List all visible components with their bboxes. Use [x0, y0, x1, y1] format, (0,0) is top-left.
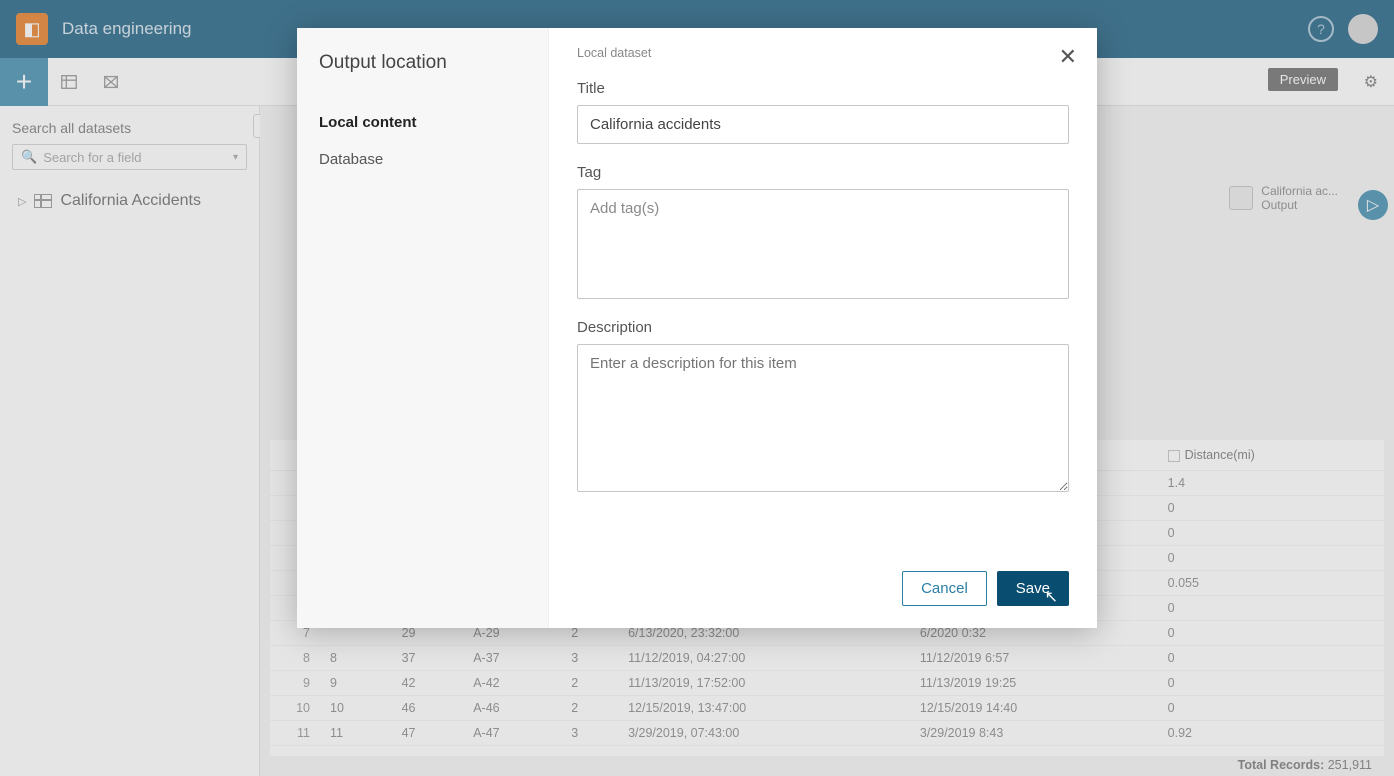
nav-local-content[interactable]: Local content: [319, 104, 526, 141]
title-label: Title: [577, 80, 1069, 97]
cancel-button[interactable]: Cancel: [902, 571, 987, 606]
description-label: Description: [577, 319, 1069, 336]
save-button[interactable]: Save ↖: [997, 571, 1069, 606]
tag-label: Tag: [577, 164, 1069, 181]
modal-subhead: Local dataset: [577, 46, 1069, 60]
modal-title: Output location: [319, 52, 526, 74]
modal-sidebar: Output location Local content Database: [297, 28, 549, 628]
nav-database[interactable]: Database: [319, 141, 526, 178]
cursor-icon: ↖: [1045, 587, 1058, 607]
description-input[interactable]: [577, 344, 1069, 492]
output-location-modal: Output location Local content Database L…: [297, 28, 1097, 628]
modal-body: Local dataset ✕ Title Tag Add tag(s) Des…: [549, 28, 1097, 628]
title-input[interactable]: [577, 105, 1069, 144]
tag-input[interactable]: Add tag(s): [577, 189, 1069, 299]
close-icon[interactable]: ✕: [1059, 44, 1077, 70]
modal-actions: Cancel Save ↖: [577, 547, 1069, 606]
